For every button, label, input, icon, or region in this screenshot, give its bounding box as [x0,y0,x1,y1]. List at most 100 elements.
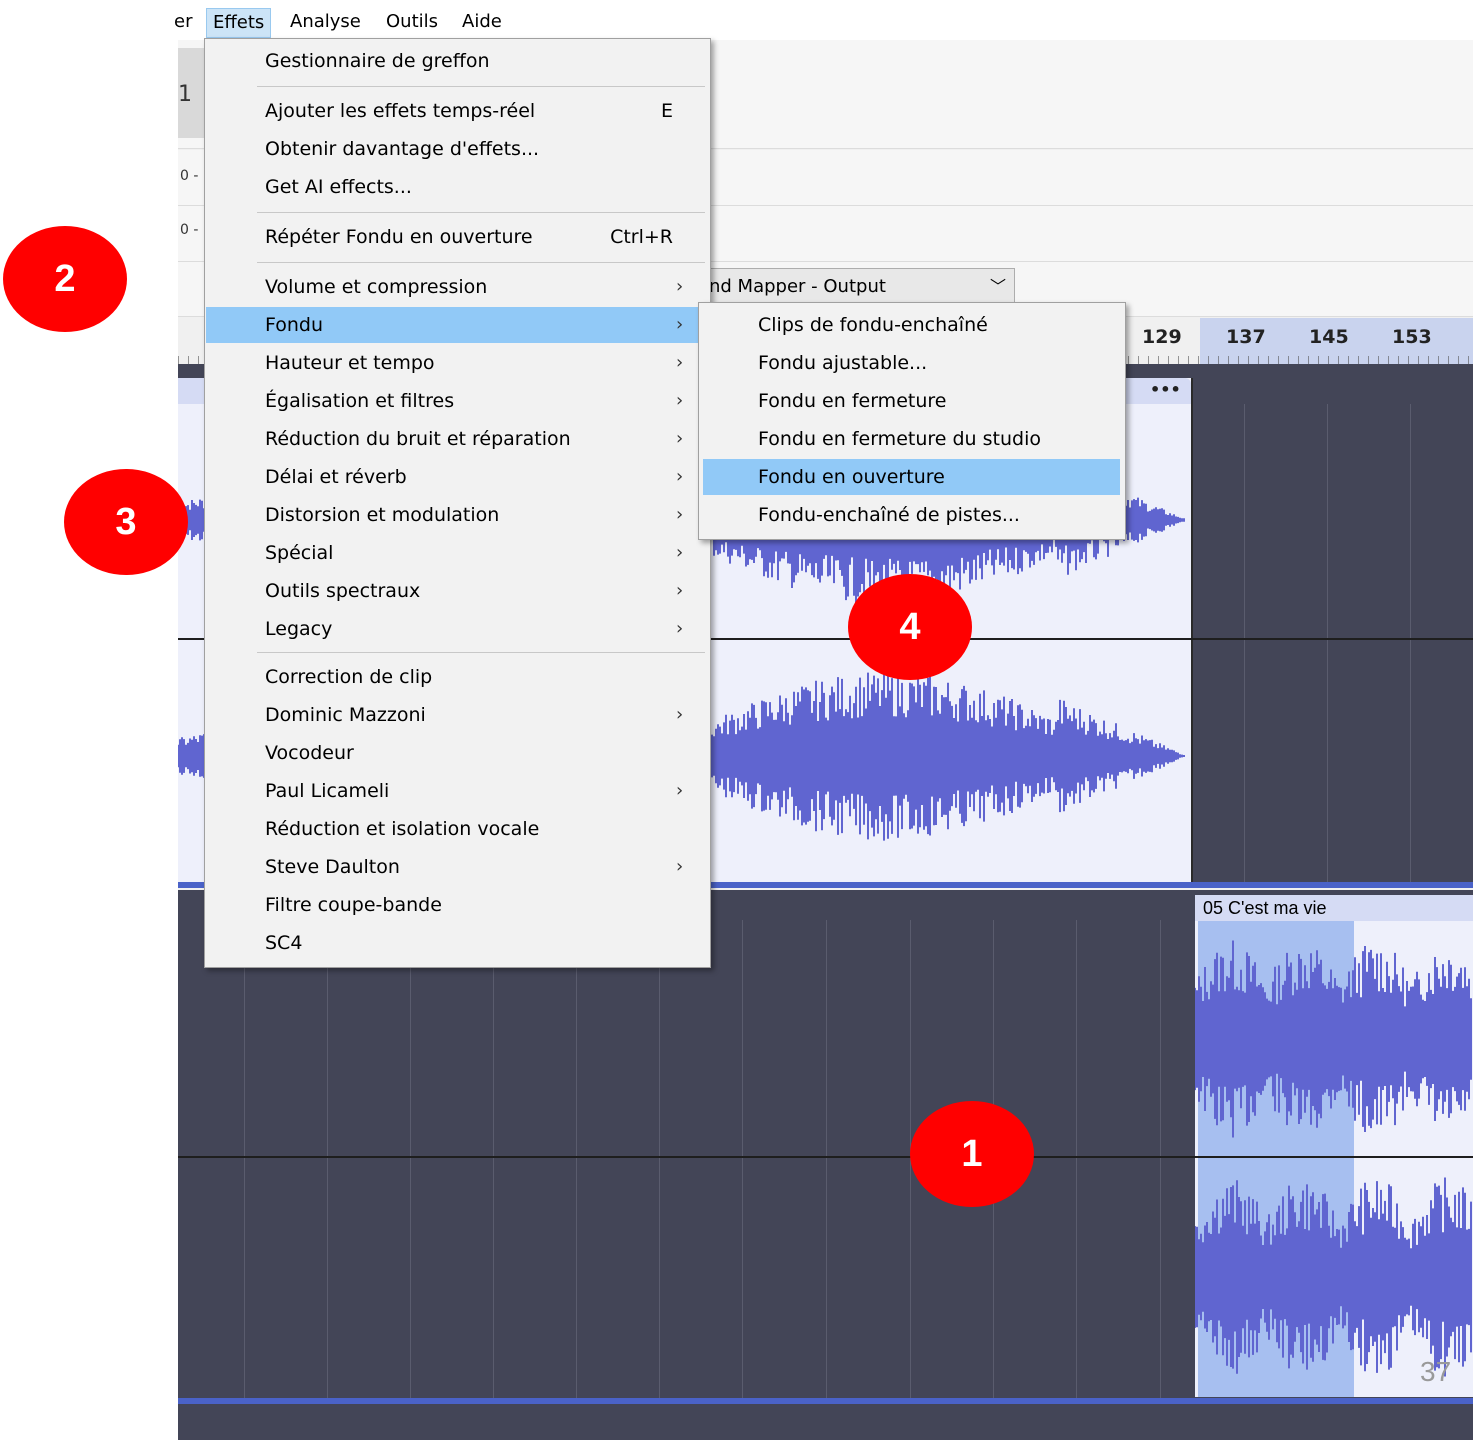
submenu-item-label: Fondu en fermeture [758,390,947,412]
submenu-item[interactable]: Fondu ajustable... [703,345,1120,381]
chevron-right-icon: › [676,780,684,801]
menu-item-label: Dominic Mazzoni [265,704,426,726]
menu-item[interactable]: Gestionnaire de greffon [206,43,707,79]
marker-3: 3 [64,469,188,575]
menu-item[interactable]: Volume et compression › [206,269,707,305]
meter-scale-label: 0 - [180,168,199,184]
menu-item[interactable]: Steve Daulton › [206,849,707,885]
submenu-item-label: Fondu ajustable... [758,352,928,374]
grid-line [493,920,494,1398]
chevron-right-icon: › [676,314,684,335]
menu-item-label: Get AI effects... [265,176,412,198]
meter-scale-label: 0 - [180,222,199,238]
menu-item[interactable]: Paul Licameli › [206,773,707,809]
menu-separator [257,262,705,263]
menu-item-label: SC4 [265,932,303,954]
grid-line [1327,404,1328,882]
menu-item-label: Réduction et isolation vocale [265,818,540,840]
submenu-item[interactable]: Fondu-enchaîné de pistes... [703,497,1120,533]
marker-2: 2 [3,226,127,332]
chevron-down-icon: ﹀ [989,277,1006,296]
chevron-right-icon: › [676,618,684,639]
submenu-item[interactable]: Fondu en fermeture du studio [703,421,1120,457]
menu-item[interactable]: Filtre coupe-bande [206,887,707,923]
menu-item[interactable]: Legacy › [206,611,707,647]
menu-item-label: Steve Daulton [265,856,400,878]
output-device-select[interactable]: nd Mapper - Output ﹀ [700,268,1015,304]
menu-item-label: Ajouter les effets temps-réel [265,100,536,122]
menu-item-label: Paul Licameli [265,780,390,802]
menu-item[interactable]: Distorsion et modulation › [206,497,707,533]
grid-line [410,920,411,1398]
chevron-right-icon: › [676,504,684,525]
submenu-item-label: Fondu en fermeture du studio [758,428,1041,450]
menu-analyse[interactable]: Analyse [284,8,367,36]
menu-item[interactable]: Outils spectraux › [206,573,707,609]
chevron-right-icon: › [676,542,684,563]
menu-item-label: Spécial [265,542,334,564]
menu-item[interactable]: Get AI effects... [206,169,707,205]
chevron-right-icon: › [676,390,684,411]
menu-item[interactable]: SC4 [206,925,707,961]
menu-outils[interactable]: Outils [380,8,444,36]
clip-menu-icon[interactable]: ••• [1150,380,1181,399]
menu-item[interactable]: Réduction et isolation vocale [206,811,707,847]
output-device-value: nd Mapper - Output [709,276,886,297]
submenu-item-label: Fondu en ouverture [758,466,945,488]
submenu-item[interactable]: Fondu en ouverture [703,459,1120,495]
menu-item[interactable]: Fondu › [206,307,707,343]
menu-file-partial[interactable]: er [168,8,198,36]
menu-item-label: Legacy [265,618,333,640]
menu-item[interactable]: Délai et réverb › [206,459,707,495]
chevron-right-icon: › [676,856,684,877]
menu-item[interactable]: Répéter Fondu en ouverture Ctrl+R [206,219,707,255]
grid-line [1410,404,1411,882]
marker-4: 4 [848,574,972,680]
submenu-item[interactable]: Clips de fondu-enchaîné [703,307,1120,343]
ruler-label: 137 [1226,326,1266,348]
menu-item-label: Hauteur et tempo [265,352,435,374]
menu-item-label: Volume et compression [265,276,488,298]
menu-item-label: Filtre coupe-bande [265,894,442,916]
page-number: 37 [1420,1356,1452,1387]
submenu-item-label: Clips de fondu-enchaîné [758,314,988,336]
menu-aide[interactable]: Aide [456,8,508,36]
grid-line [1244,404,1245,882]
menu-item[interactable]: Hauteur et tempo › [206,345,707,381]
menu-item-label: Égalisation et filtres [265,390,455,412]
menu-item-label: Obtenir davantage d'effets... [265,138,540,160]
grid-line [826,920,827,1398]
ruler-label: 153 [1392,326,1432,348]
channel-divider [178,1156,1473,1158]
track-2-clip-header[interactable]: 05 C'est ma vie [1195,895,1473,921]
clip-name: 05 C'est ma vie [1203,898,1327,918]
menu-item-shortcut: Ctrl+R [610,226,673,248]
menu-item-label: Fondu [265,314,324,336]
submenu-item[interactable]: Fondu en fermeture [703,383,1120,419]
submenu-item-label: Fondu-enchaîné de pistes... [758,504,1020,526]
menu-item[interactable]: Dominic Mazzoni › [206,697,707,733]
grid-line [1076,920,1077,1398]
menu-item[interactable]: Ajouter les effets temps-réel E [206,93,707,129]
menu-effets[interactable]: Effets [206,8,272,38]
menu-item-label: Correction de clip [265,666,433,688]
waveform-samples [1195,940,1472,1377]
tracks-empty-area[interactable] [178,1404,1473,1440]
menu-item-label: Outils spectraux [265,580,421,602]
chevron-right-icon: › [676,466,684,487]
menu-bar: er Effets Analyse Outils Aide [0,0,1473,40]
ruler-label: 145 [1309,326,1349,348]
menu-item[interactable]: Spécial › [206,535,707,571]
effects-menu: Gestionnaire de greffon Ajouter les effet… [204,38,711,968]
fondu-submenu: Clips de fondu-enchaîné Fondu ajustable..… [698,302,1126,540]
menu-item[interactable]: Correction de clip [206,659,707,695]
chevron-right-icon: › [676,580,684,601]
menu-item[interactable]: Réduction du bruit et réparation › [206,421,707,457]
menu-item[interactable]: Obtenir davantage d'effets... [206,131,707,167]
chevron-right-icon: › [676,276,684,297]
chevron-right-icon: › [676,428,684,449]
toolbar-button-glyph: 1 [178,82,192,107]
menu-item[interactable]: Égalisation et filtres › [206,383,707,419]
menu-item-label: Gestionnaire de greffon [265,50,490,72]
menu-item[interactable]: Vocodeur [206,735,707,771]
